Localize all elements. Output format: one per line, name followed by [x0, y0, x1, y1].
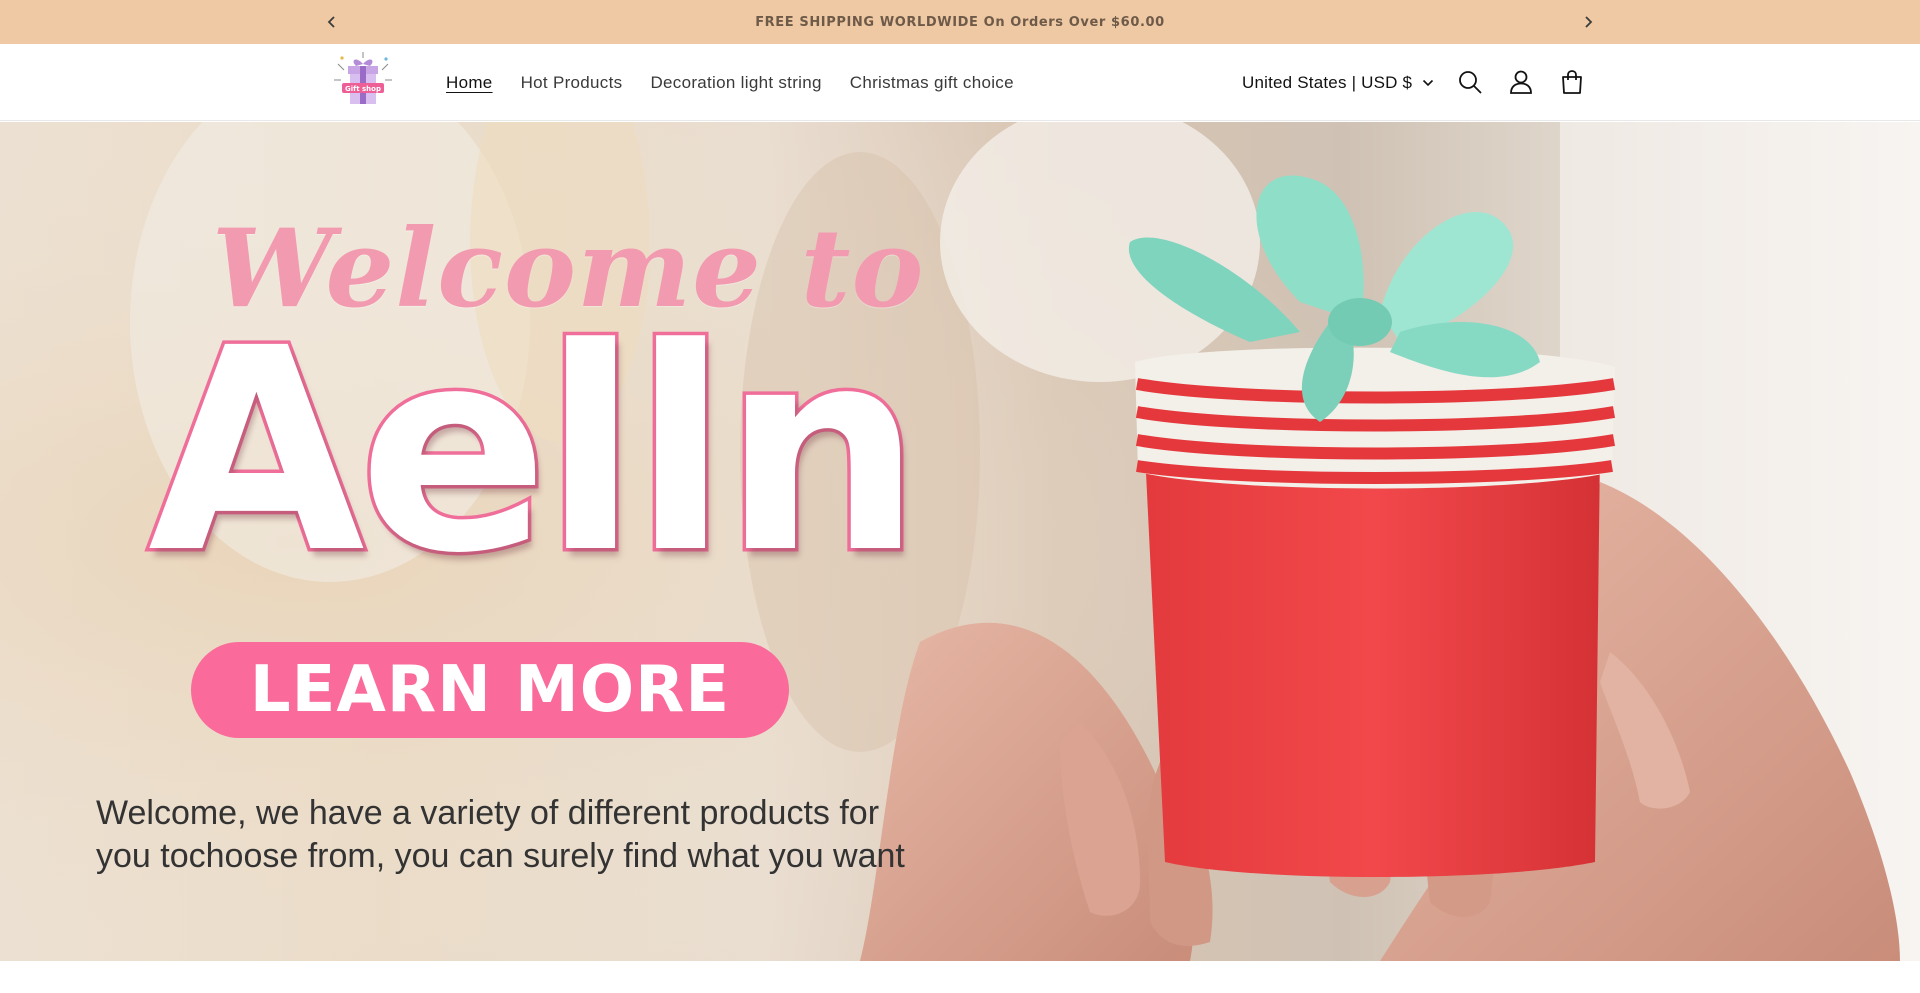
hero-banner: Welcome to Aelln LEARN MORE Welcome, we …	[0, 122, 1920, 961]
learn-more-button[interactable]: LEARN MORE	[191, 642, 789, 738]
search-icon[interactable]	[1452, 64, 1488, 100]
nav-item-home[interactable]: Home	[432, 73, 507, 93]
nav-item-christmas-gift-choice[interactable]: Christmas gift choice	[836, 73, 1028, 93]
chevron-down-icon	[1423, 79, 1434, 86]
site-header: Gift shop Home Hot Products Decoration l…	[0, 44, 1920, 121]
account-icon[interactable]	[1503, 64, 1539, 100]
chevron-left-icon[interactable]	[318, 8, 346, 36]
announcement-text: FREE SHIPPING WORLDWIDE On Orders Over $…	[755, 14, 1165, 30]
country-currency-label: United States | USD $	[1242, 72, 1413, 92]
hero-description-line-2: you tochoose from, you can surely find w…	[96, 837, 905, 875]
cart-icon[interactable]	[1554, 64, 1590, 100]
site-logo[interactable]: Gift shop	[328, 50, 398, 112]
hero-description: Welcome, we have a variety of different …	[96, 792, 996, 878]
nav-item-hot-products[interactable]: Hot Products	[507, 73, 637, 93]
country-currency-selector[interactable]: United States | USD $	[1242, 44, 1434, 121]
nav-item-decoration-light-string[interactable]: Decoration light string	[636, 73, 835, 93]
announcement-bar: FREE SHIPPING WORLDWIDE On Orders Over $…	[0, 0, 1920, 44]
hero-description-line-1: Welcome, we have a variety of different …	[96, 794, 880, 832]
chevron-right-icon[interactable]	[1574, 8, 1602, 36]
main-nav: Home Hot Products Decoration light strin…	[432, 44, 1028, 121]
svg-text:Gift shop: Gift shop	[345, 85, 381, 93]
hero-brand-text: Aelln	[145, 289, 926, 615]
